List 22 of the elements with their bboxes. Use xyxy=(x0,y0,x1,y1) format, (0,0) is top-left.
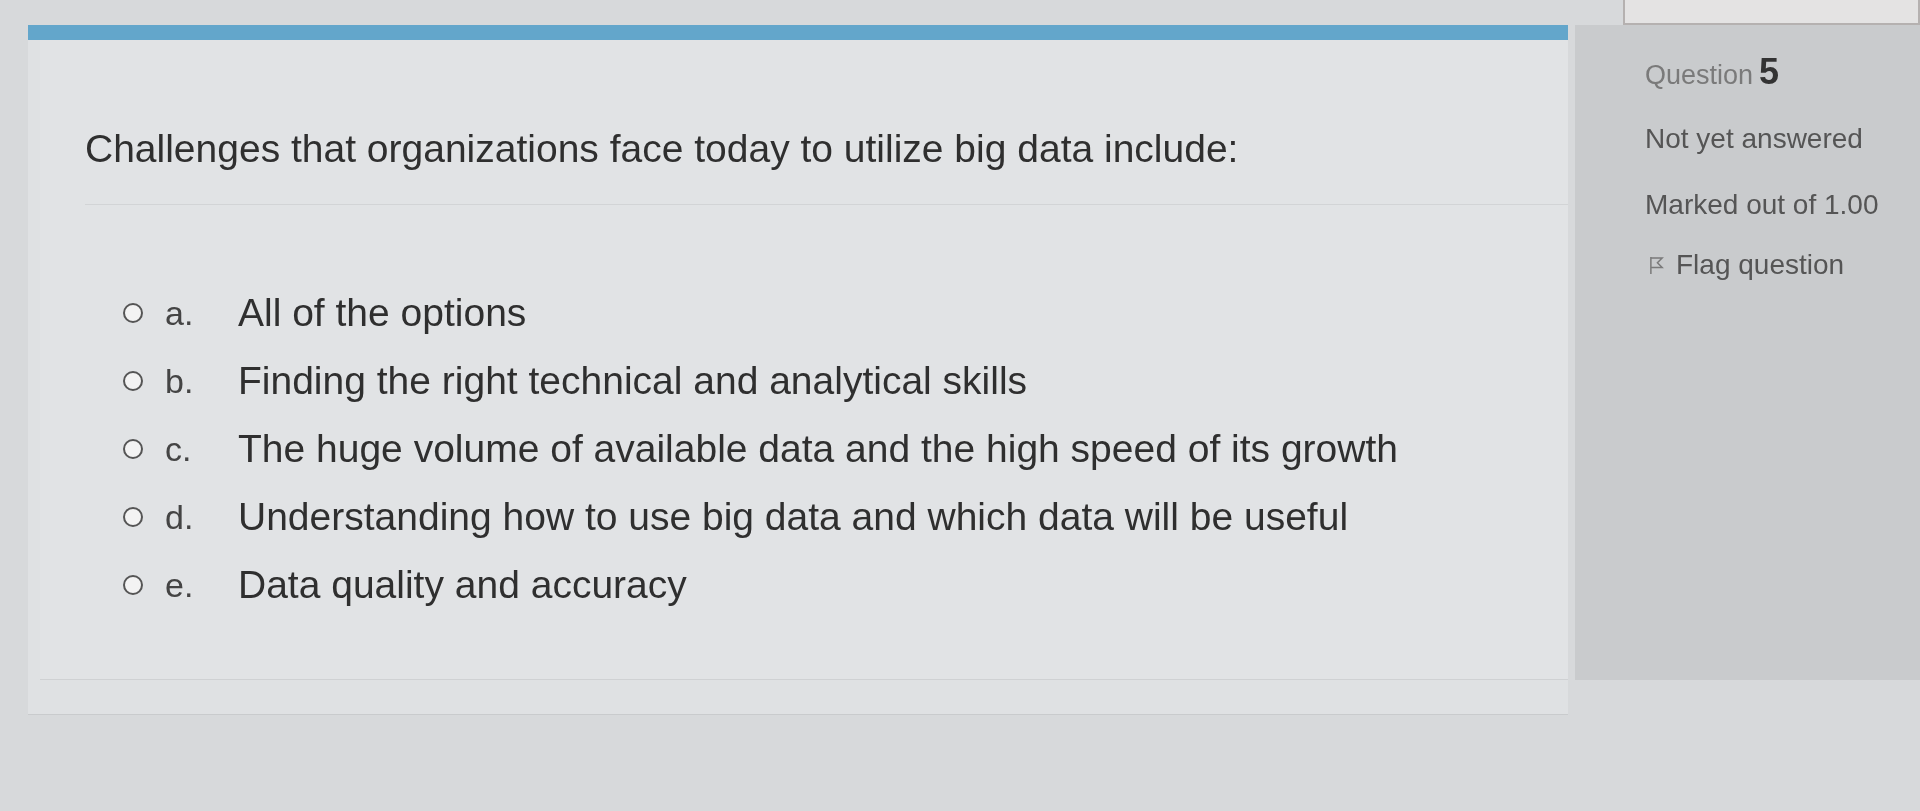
option-letter: b. xyxy=(165,361,195,401)
flag-icon[interactable] xyxy=(1649,255,1664,275)
option-text[interactable]: All of the options xyxy=(238,291,527,335)
question-label: Question xyxy=(1645,60,1754,91)
flag-question-link[interactable]: Flag question xyxy=(1676,249,1845,281)
option-letter: c. xyxy=(165,429,193,469)
radio-button[interactable] xyxy=(123,303,143,323)
option-letter: d. xyxy=(165,497,195,537)
question-number: 5 xyxy=(1759,51,1780,93)
radio-button[interactable] xyxy=(123,439,143,459)
option-letter: e. xyxy=(165,565,195,605)
option-text[interactable]: Understanding how to use big data and which data will be useful xyxy=(238,495,1349,539)
question-text: Challenges that organizations face today to utilize big data include: xyxy=(85,127,1239,170)
radio-button[interactable] xyxy=(123,507,143,527)
option-text[interactable]: Finding the right technical and analytical skills xyxy=(238,359,1028,403)
option-text[interactable]: Data quality and accuracy xyxy=(238,563,687,607)
radio-button[interactable] xyxy=(123,371,143,391)
marks-text: Marked out of 1.00 xyxy=(1645,189,1879,220)
answer-status: Not yet answered xyxy=(1645,123,1863,154)
radio-button[interactable] xyxy=(123,575,143,595)
option-letter: a. xyxy=(165,293,195,333)
option-text[interactable]: The huge volume of available data and the high speed of its growth xyxy=(238,427,1398,471)
